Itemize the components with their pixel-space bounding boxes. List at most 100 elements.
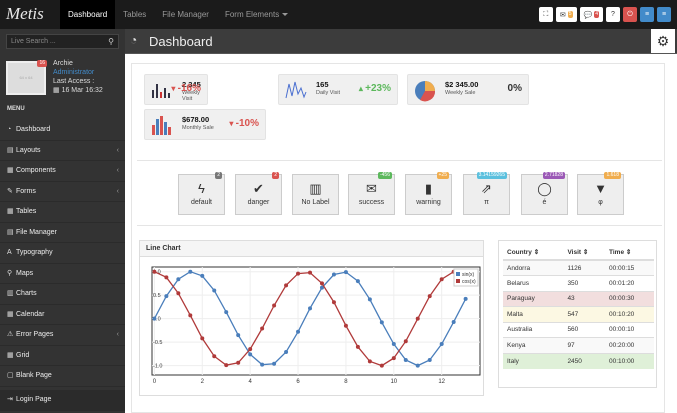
data-point[interactable]	[451, 319, 456, 324]
data-point[interactable]	[439, 277, 444, 282]
data-point[interactable]	[296, 271, 301, 276]
data-point[interactable]	[212, 288, 217, 293]
stat-card[interactable]: 165 Daily Visit ▴ +23%	[278, 74, 398, 105]
data-point[interactable]	[367, 359, 372, 364]
sidebar-item-tables[interactable]: ▦ Tables	[0, 202, 125, 223]
stat-card[interactable]: $678.00 Monthly Sale ▾ -10%	[144, 109, 266, 140]
menu-a-button[interactable]: ≡	[640, 7, 654, 22]
data-point[interactable]	[439, 342, 444, 347]
data-point[interactable]	[343, 270, 348, 275]
chevron-left-icon: ‹	[116, 167, 119, 174]
sidebar-item-typography[interactable]: A Typography	[0, 243, 125, 264]
quick-button-1[interactable]: ✔ danger 2	[235, 172, 282, 215]
data-point[interactable]	[272, 303, 277, 308]
quick-button-2[interactable]: ▥ No Label	[292, 174, 339, 215]
quick-button-badge: +25	[436, 172, 449, 179]
chart-legend: sin(x)cos(x)	[453, 268, 479, 287]
sidebar-item-blank-page[interactable]: ▢ Blank Page	[0, 366, 125, 387]
nav-form-elements[interactable]: Form Elements	[217, 0, 296, 29]
quick-button-3[interactable]: ✉ success -456	[348, 172, 395, 215]
fullscreen-button[interactable]: ⛶	[538, 7, 553, 22]
data-point[interactable]	[319, 281, 324, 286]
data-point[interactable]	[176, 291, 181, 296]
data-point[interactable]	[415, 363, 420, 368]
avatar[interactable]: 64 x 64 16	[6, 60, 47, 95]
sidebar-item-dashboard[interactable]: ◔ Dashboard	[0, 120, 125, 141]
data-point[interactable]	[272, 361, 277, 366]
nav-dashboard[interactable]: Dashboard	[60, 0, 116, 29]
data-point[interactable]	[236, 360, 241, 365]
sidebar-item-maps[interactable]: ⚲ Maps	[0, 264, 125, 284]
help-button[interactable]: ?	[606, 7, 620, 22]
data-point[interactable]	[379, 320, 384, 325]
data-point[interactable]	[331, 272, 336, 277]
data-point[interactable]	[224, 363, 229, 368]
nav-tables[interactable]: Tables	[115, 0, 154, 29]
data-point[interactable]	[188, 313, 193, 318]
sidebar-item-error-pages[interactable]: ⚠ Error Pages ‹	[0, 325, 125, 346]
data-point[interactable]	[463, 296, 468, 301]
column-header[interactable]: Country ⇕	[503, 245, 564, 261]
data-point[interactable]	[224, 310, 229, 315]
data-point[interactable]	[331, 300, 336, 305]
sidebar-item-grid[interactable]: ▦ Grid	[0, 346, 125, 366]
data-point[interactable]	[200, 336, 205, 341]
messages-button[interactable]: ✉ 5	[555, 7, 577, 22]
data-point[interactable]	[164, 275, 169, 280]
sidebar-item-forms[interactable]: ✎ Forms ‹	[0, 182, 125, 202]
column-header[interactable]: Visit ⇕	[563, 245, 605, 261]
data-point[interactable]	[176, 277, 181, 282]
sidebar-item-components[interactable]: ▦ Components ‹	[0, 161, 125, 182]
data-point[interactable]	[260, 326, 265, 331]
menu-b-button[interactable]: ≡	[657, 7, 671, 22]
data-point[interactable]	[391, 356, 396, 361]
data-point[interactable]	[236, 333, 241, 338]
data-point[interactable]	[260, 362, 265, 367]
data-point[interactable]	[200, 273, 205, 278]
user-role[interactable]: Administrator	[53, 68, 103, 77]
data-point[interactable]	[188, 269, 193, 274]
data-point[interactable]	[308, 270, 313, 275]
quick-button-7[interactable]: ▼ φ 1.618	[577, 172, 624, 215]
comments-button[interactable]: 💬 4	[579, 7, 603, 22]
data-point[interactable]	[355, 279, 360, 284]
column-header[interactable]: Time ⇕	[605, 245, 654, 261]
quick-button-4[interactable]: ▮ warning +25	[405, 172, 452, 215]
nav-file-manager[interactable]: File Manager	[154, 0, 217, 29]
stat-card[interactable]: $2 345.00 Weekly Sale 0%	[407, 74, 529, 105]
data-point[interactable]	[308, 306, 313, 311]
data-point[interactable]	[248, 347, 253, 352]
quick-button-0[interactable]: ϟ default 2	[178, 172, 225, 215]
data-point[interactable]	[403, 357, 408, 362]
sidebar-item-layouts[interactable]: ▤ Layouts ‹	[0, 141, 125, 161]
data-point[interactable]	[296, 329, 301, 334]
gear-icon[interactable]: ⚙	[651, 29, 675, 53]
sidebar-item-file-manager[interactable]: ▤ File Manager	[0, 223, 125, 243]
data-point[interactable]	[355, 344, 360, 349]
data-point[interactable]	[248, 352, 253, 357]
data-point[interactable]	[164, 294, 169, 299]
brand-logo[interactable]: Metis	[6, 4, 44, 24]
sidebar-item-calendar[interactable]: ▦ Calendar	[0, 305, 125, 325]
data-point[interactable]	[391, 342, 396, 347]
quick-button-6[interactable]: ◯ é 2.71828	[521, 172, 568, 215]
data-point[interactable]	[284, 283, 289, 288]
sidebar-item-charts[interactable]: ▥ Charts	[0, 284, 125, 305]
stat-card[interactable]: 2.345 Weekly Visit ▾ -16%	[144, 74, 208, 105]
data-point[interactable]	[212, 354, 217, 359]
data-point[interactable]	[415, 316, 420, 321]
search-input[interactable]: Live Search ... ⚲	[6, 34, 119, 49]
data-point[interactable]	[427, 357, 432, 362]
data-point[interactable]	[403, 339, 408, 344]
data-point[interactable]	[367, 297, 372, 302]
sidebar-item-login-page[interactable]: ⇥ Login Page	[0, 390, 125, 411]
data-point[interactable]	[152, 269, 157, 274]
data-point[interactable]	[152, 316, 157, 321]
data-point[interactable]	[427, 294, 432, 299]
search-icon[interactable]: ⚲	[108, 35, 114, 48]
data-point[interactable]	[284, 349, 289, 354]
power-button[interactable]: ⏻	[623, 7, 637, 22]
quick-button-5[interactable]: ⇗ π 3.14159265	[463, 172, 510, 215]
data-point[interactable]	[379, 363, 384, 368]
data-point[interactable]	[343, 323, 348, 328]
